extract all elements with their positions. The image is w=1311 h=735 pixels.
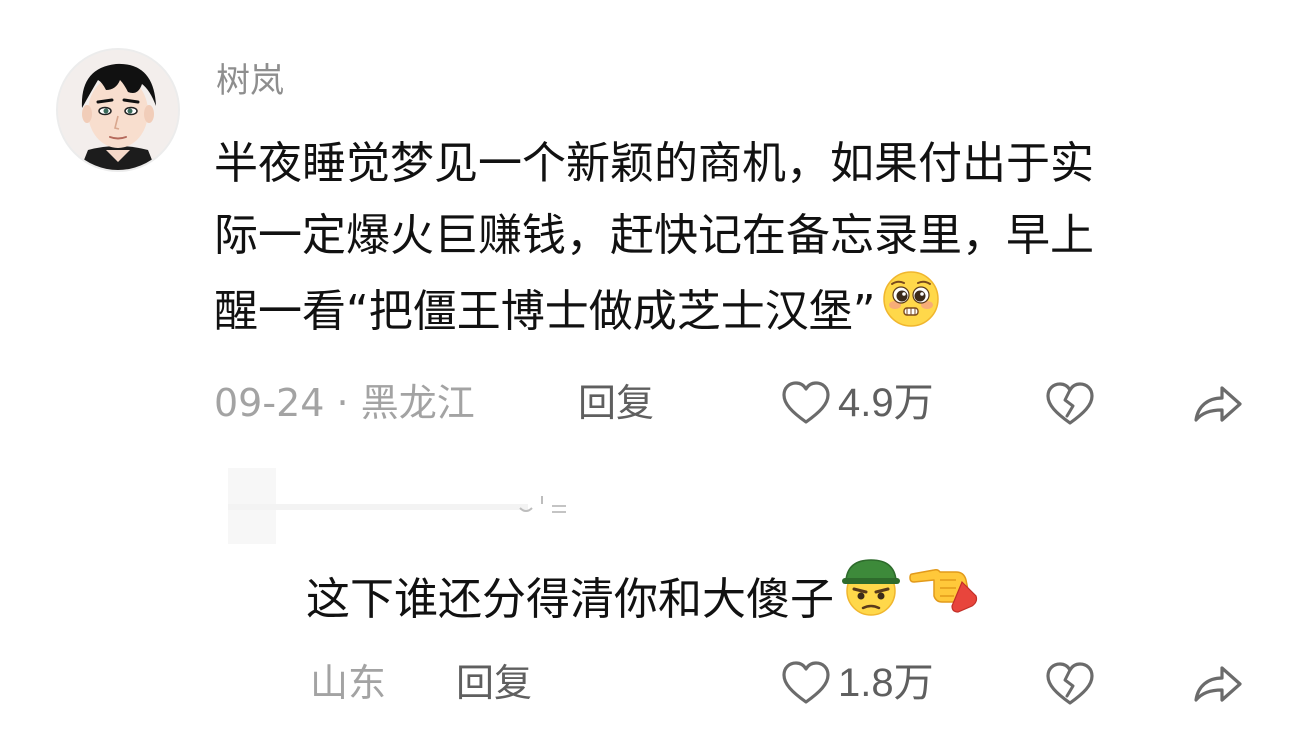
dislike-button[interactable]: [1044, 380, 1096, 428]
reply-dislike-button[interactable]: [1044, 660, 1096, 708]
reply-like-count: 1.8万: [838, 661, 934, 705]
helmet-angry-face-emoji: [838, 556, 904, 640]
comment-date: 09-24: [214, 381, 325, 425]
share-arrow-icon: [1190, 660, 1244, 708]
comment-line: 际一定爆火巨赚钱，赶快记在备忘录里，早上: [214, 210, 1094, 261]
comment-line: 醒一看“把僵王博士做成芝士汉堡”: [214, 271, 1274, 356]
heart-outline-icon: [780, 659, 832, 707]
like-count: 4.9万: [838, 381, 934, 425]
comment-line-text: 醒一看“把僵王博士做成芝士汉堡”: [214, 286, 876, 337]
comment-username[interactable]: 树岚: [216, 56, 284, 106]
reply-body: 这下谁还分得清你和大傻子: [306, 559, 980, 644]
meta-separator: ·: [336, 381, 349, 425]
reply-location: 山东: [310, 661, 387, 705]
broken-heart-icon: [1044, 380, 1096, 428]
comment-body: 半夜睡觉梦见一个新颖的商机，如果付出于实 际一定爆火巨赚钱，赶快记在备忘录里，早…: [214, 128, 1274, 356]
reply-like-button[interactable]: 1.8万: [780, 656, 934, 710]
broken-heart-icon: [1044, 660, 1096, 708]
avatar[interactable]: [56, 48, 180, 172]
heart-outline-icon: [780, 379, 832, 427]
pleading-face-emoji: [880, 268, 942, 352]
like-button[interactable]: 4.9万: [780, 376, 934, 430]
pointing-left-hand-emoji: [908, 556, 980, 640]
share-button[interactable]: [1190, 380, 1244, 428]
reply-text: 这下谁还分得清你和大傻子: [306, 574, 834, 625]
reply-quote-marker: [214, 464, 574, 544]
comment-line: 半夜睡觉梦见一个新颖的商机，如果付出于实: [214, 138, 1094, 189]
reply-share-button[interactable]: [1190, 660, 1244, 708]
comment-meta: 09-24 · 黑龙江: [214, 376, 475, 430]
comment-location: 黑龙江: [360, 381, 475, 425]
reply-reply-button[interactable]: 回复: [456, 656, 532, 710]
share-arrow-icon: [1190, 380, 1244, 428]
reply-button[interactable]: 回复: [578, 376, 654, 430]
